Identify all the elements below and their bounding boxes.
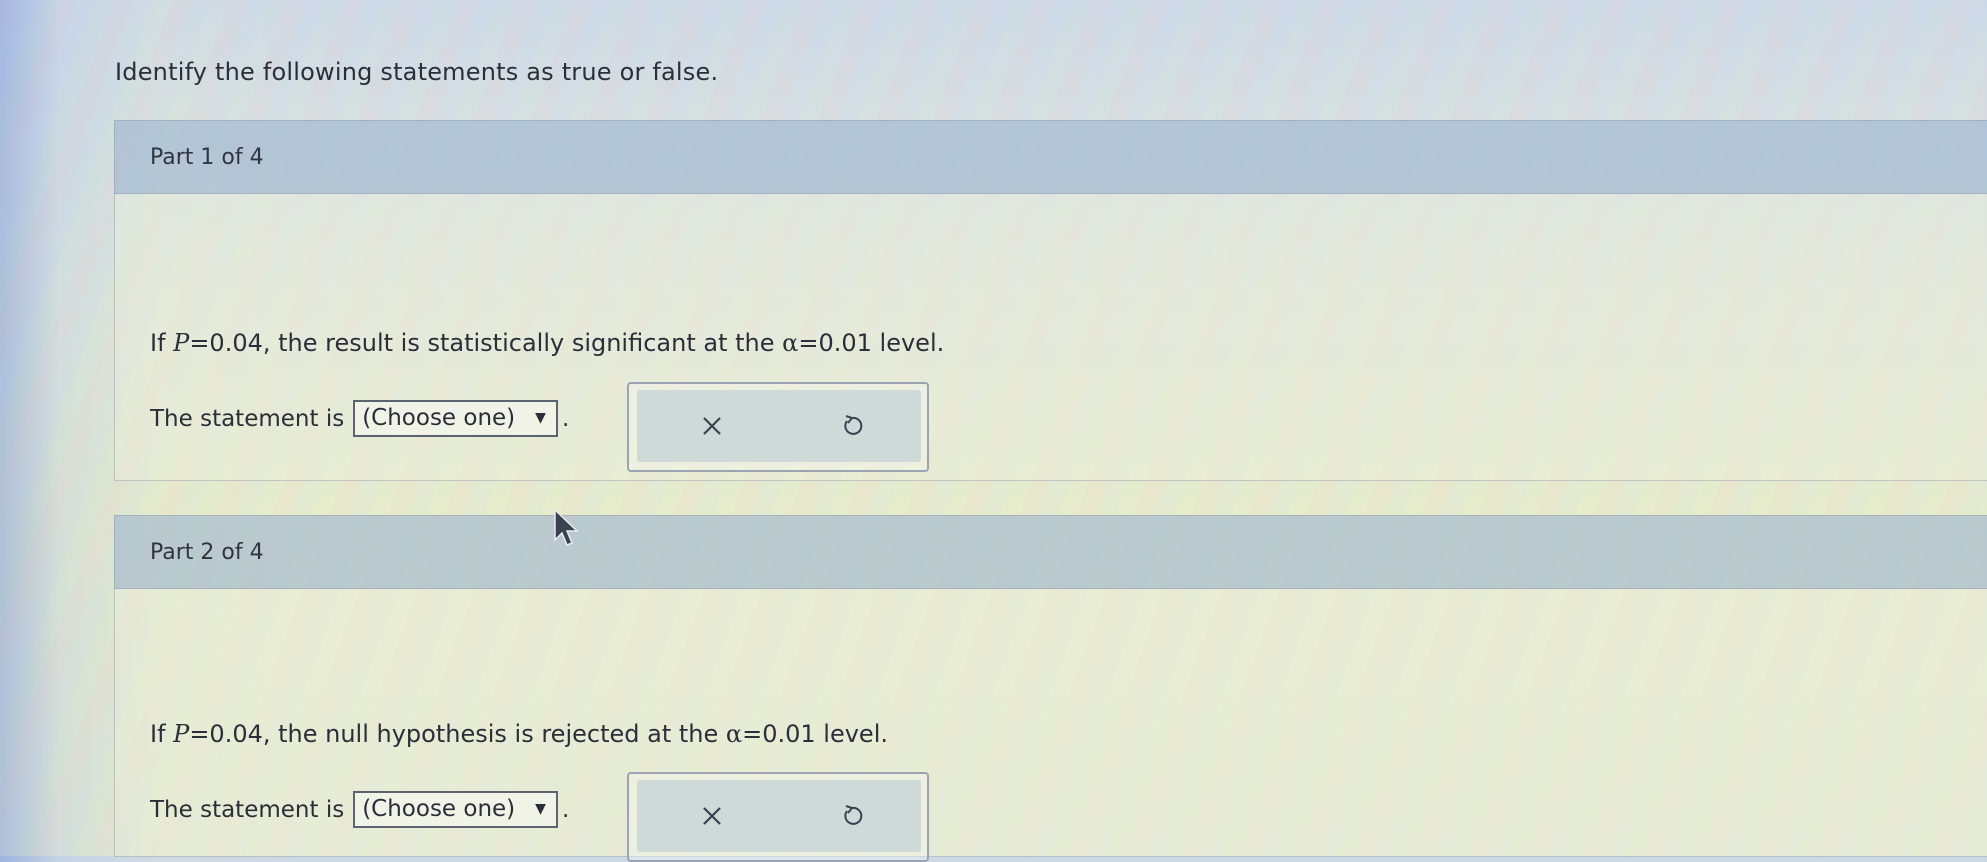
question-part-2: Part 2 of 4 If P=0.04, the null hypothes…	[114, 515, 1987, 862]
question-suffix: =0.01 level.	[742, 720, 888, 748]
reset-button[interactable]	[832, 796, 872, 836]
clear-button[interactable]	[692, 796, 732, 836]
part-body: If P=0.04, the null hypothesis is reject…	[114, 589, 1987, 862]
question-part-1: Part 1 of 4 If P=0.04, the result is sta…	[114, 120, 1987, 481]
question-middle: =0.04, the result is statistically signi…	[189, 329, 783, 357]
answer-row: The statement is (Choose one) ▼ .	[150, 791, 569, 828]
close-icon	[703, 417, 721, 435]
part-title: Part 1 of 4	[150, 144, 264, 170]
reset-button[interactable]	[832, 406, 872, 446]
answer-tools-bar	[637, 390, 921, 462]
dropdown-value: (Choose one)	[362, 405, 516, 431]
answer-row: The statement is (Choose one) ▼ .	[150, 400, 569, 437]
statement-label: The statement is	[150, 405, 345, 432]
question-text: If P=0.04, the null hypothesis is reject…	[150, 720, 888, 748]
part-header: Part 1 of 4	[114, 120, 1987, 194]
part-header: Part 2 of 4	[114, 515, 1987, 589]
variable-p: P	[173, 329, 190, 357]
part-title: Part 2 of 4	[150, 539, 264, 565]
period: .	[561, 405, 570, 432]
period: .	[561, 796, 570, 823]
caret-down-icon: ▼	[535, 801, 546, 817]
question-middle: =0.04, the null hypothesis is rejected a…	[189, 720, 726, 748]
question-suffix: =0.01 level.	[798, 329, 945, 357]
alpha-symbol: α	[782, 329, 799, 357]
question-text: If P=0.04, the result is statistically s…	[150, 329, 944, 357]
answer-dropdown[interactable]: (Choose one) ▼	[353, 791, 558, 828]
answer-dropdown[interactable]: (Choose one) ▼	[353, 400, 558, 437]
caret-down-icon: ▼	[535, 410, 546, 426]
undo-icon	[844, 805, 863, 825]
clear-button[interactable]	[692, 406, 732, 446]
answer-tools-panel	[627, 382, 929, 472]
variable-p: P	[173, 720, 190, 748]
answer-tools-panel	[627, 772, 929, 862]
close-icon	[703, 807, 721, 825]
alpha-symbol: α	[725, 720, 743, 748]
instructions-text: Identify the following statements as tru…	[115, 58, 719, 86]
part-body: If P=0.04, the result is statistically s…	[114, 194, 1987, 481]
dropdown-value: (Choose one)	[362, 796, 516, 822]
undo-icon	[844, 415, 863, 435]
question-prefix: If	[150, 720, 174, 748]
question-prefix: If	[150, 329, 174, 357]
mouse-cursor-icon	[554, 508, 579, 546]
statement-label: The statement is	[150, 796, 345, 823]
answer-tools-bar	[637, 780, 921, 852]
